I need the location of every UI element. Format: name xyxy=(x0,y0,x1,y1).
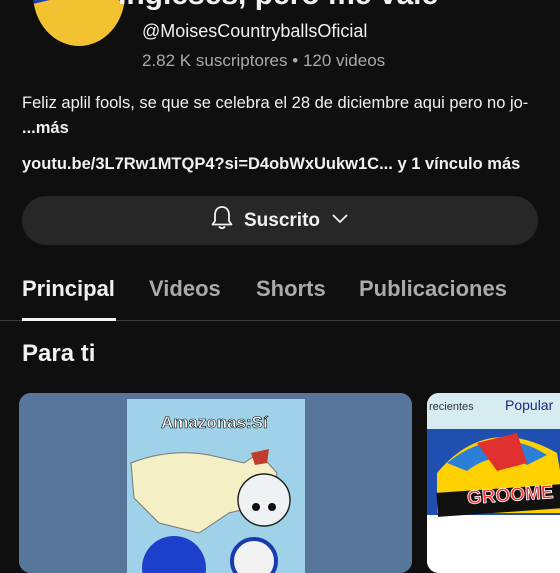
channel-title: Ingleses, pero me vale xyxy=(118,0,438,12)
video-count: 120 videos xyxy=(302,51,386,70)
video-thumbnail[interactable]: Amazonas:Sí xyxy=(19,393,412,573)
channel-avatar[interactable]: ★ ★ ★ ★ xyxy=(33,0,125,46)
more-link[interactable]: ...más xyxy=(22,119,69,137)
active-tab-indicator xyxy=(22,318,116,321)
subscriber-count: 2.82 K suscriptores xyxy=(142,51,288,70)
tab-videos[interactable]: Videos xyxy=(149,276,221,302)
thumbnail-popular-label: Popular xyxy=(505,397,554,413)
tab-publicaciones[interactable]: Publicaciones xyxy=(359,276,507,302)
channel-links[interactable]: youtu.be/3L7Rw1MTQP4?si=D4obWxUukw1C... … xyxy=(22,155,520,174)
section-title: Para ti xyxy=(22,340,96,367)
bell-icon xyxy=(210,205,234,236)
channel-description[interactable]: Feliz aplil fools, se que se celebra el … xyxy=(22,91,542,141)
thumbnail-tag: recientes xyxy=(429,401,474,413)
tab-principal[interactable]: Principal xyxy=(22,276,115,302)
channel-handle: @MoisesCountryballsOficial xyxy=(142,21,368,41)
thumbnail-caption: Amazonas:Sí xyxy=(161,413,268,433)
tab-shorts[interactable]: Shorts xyxy=(256,276,326,302)
video-thumbnail[interactable]: recientes Popular GROOME xyxy=(427,393,560,573)
stats-separator: • xyxy=(292,51,299,70)
subscribe-button[interactable]: Suscrito xyxy=(22,196,538,245)
chevron-down-icon xyxy=(330,211,350,230)
channel-stats: 2.82 K suscriptores • 120 videos xyxy=(142,51,385,71)
description-text: Feliz aplil fools, se que se celebra el … xyxy=(22,94,529,112)
subscribe-label: Suscrito xyxy=(243,209,321,231)
